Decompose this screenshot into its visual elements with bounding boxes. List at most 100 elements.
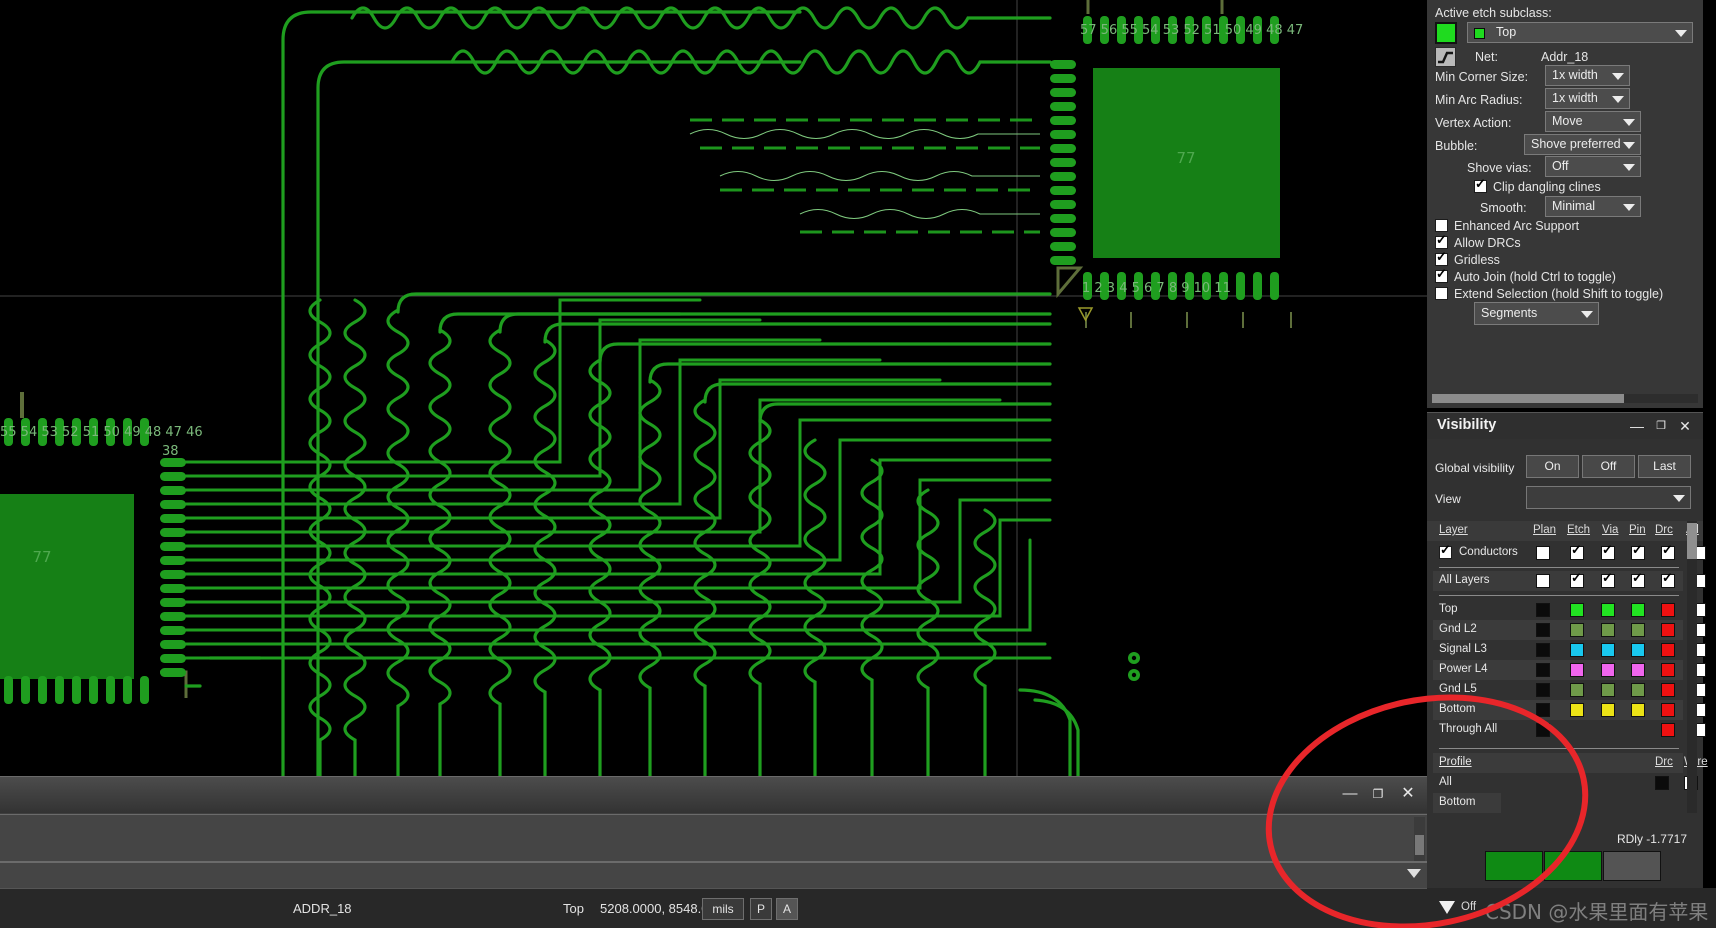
layer-row-signal-l3[interactable]: Signal L3 bbox=[1433, 640, 1683, 660]
console-output-scroll-thumb[interactable] bbox=[1415, 835, 1424, 855]
conductors-pin-cell[interactable] bbox=[1631, 546, 1645, 560]
signal-l3-etch-cell[interactable] bbox=[1570, 643, 1584, 657]
layer-row-through-all[interactable]: Through All bbox=[1433, 720, 1683, 740]
signal-l3-drc-cell[interactable] bbox=[1661, 643, 1675, 657]
bottom-plan-cell[interactable] bbox=[1536, 703, 1550, 717]
visibility-scroll-thumb[interactable] bbox=[1687, 523, 1697, 559]
power-l4-pin-cell[interactable] bbox=[1631, 663, 1645, 677]
extend-selection-checkbox[interactable] bbox=[1435, 287, 1448, 300]
gnd-l5-drc-cell[interactable] bbox=[1661, 683, 1675, 697]
clip-dangling-clines-checkbox[interactable] bbox=[1474, 180, 1487, 193]
through-all-drc-cell[interactable] bbox=[1661, 723, 1675, 737]
gridless-checkbox[interactable] bbox=[1435, 253, 1448, 266]
bottom-swatch-3[interactable] bbox=[1603, 851, 1661, 881]
layer-row-top[interactable]: Top bbox=[1433, 600, 1683, 620]
console-minimize-button[interactable]: — bbox=[1337, 783, 1363, 805]
layer-row-bottom[interactable]: Bottom bbox=[1433, 700, 1683, 720]
through-all-plan-cell[interactable] bbox=[1536, 723, 1550, 737]
global-visibility-on-button[interactable]: On bbox=[1526, 455, 1579, 478]
status-p-toggle[interactable]: P bbox=[750, 898, 772, 920]
profile-col-drc[interactable]: Drc bbox=[1655, 756, 1673, 768]
net-icon[interactable] bbox=[1435, 47, 1456, 67]
col-via[interactable]: Via bbox=[1602, 524, 1618, 536]
chevron-down-icon[interactable] bbox=[1407, 869, 1421, 878]
pcb-canvas[interactable]: 77 57 56 55 54 53 52 51 50 49 48 47 bbox=[0, 0, 1427, 776]
gnd-l2-etch-cell[interactable] bbox=[1570, 623, 1584, 637]
conductors-drc-cell[interactable] bbox=[1661, 546, 1675, 560]
all-layers-pin-cell[interactable] bbox=[1631, 574, 1645, 588]
status-units-toggle[interactable]: mils bbox=[702, 898, 744, 920]
bottom-swatch-2[interactable] bbox=[1544, 851, 1602, 881]
layer-row-all-layers[interactable]: All Layers bbox=[1433, 571, 1683, 591]
visibility-vertical-scrollbar[interactable] bbox=[1687, 521, 1697, 813]
signal-l3-pin-cell[interactable] bbox=[1631, 643, 1645, 657]
power-l4-plan-cell[interactable] bbox=[1536, 663, 1550, 677]
allow-drcs-checkbox[interactable] bbox=[1435, 236, 1448, 249]
profile-row-bottom[interactable]: Bottom bbox=[1433, 793, 1501, 813]
view-dropdown[interactable] bbox=[1526, 486, 1691, 509]
options-scroll-thumb[interactable] bbox=[1432, 394, 1624, 403]
gnd-l2-via-cell[interactable] bbox=[1601, 623, 1615, 637]
top-plan-cell[interactable] bbox=[1536, 603, 1550, 617]
console-restore-button[interactable]: ❐ bbox=[1365, 783, 1391, 805]
visibility-close-button[interactable]: ✕ bbox=[1675, 416, 1695, 436]
bottom-etch-cell[interactable] bbox=[1570, 703, 1584, 717]
all-layers-drc-cell[interactable] bbox=[1661, 574, 1675, 588]
bottom-drc-cell[interactable] bbox=[1661, 703, 1675, 717]
col-drc[interactable]: Drc bbox=[1655, 524, 1673, 536]
conductors-enable-checkbox[interactable] bbox=[1439, 546, 1452, 559]
conductors-via-cell[interactable] bbox=[1601, 546, 1615, 560]
top-via-cell[interactable] bbox=[1601, 603, 1615, 617]
filter-icon[interactable] bbox=[1439, 901, 1455, 914]
col-layer[interactable]: Layer bbox=[1439, 524, 1468, 536]
profile-row-all[interactable]: All bbox=[1433, 773, 1683, 793]
gnd-l5-pin-cell[interactable] bbox=[1631, 683, 1645, 697]
gnd-l2-drc-cell[interactable] bbox=[1661, 623, 1675, 637]
visibility-minimize-button[interactable]: — bbox=[1627, 416, 1647, 436]
shove-vias-dropdown[interactable]: Off bbox=[1545, 156, 1641, 177]
gnd-l2-pin-cell[interactable] bbox=[1631, 623, 1645, 637]
bottom-pin-cell[interactable] bbox=[1631, 703, 1645, 717]
power-l4-via-cell[interactable] bbox=[1601, 663, 1615, 677]
visibility-restore-button[interactable]: ❐ bbox=[1651, 416, 1671, 436]
layer-row-gnd-l2[interactable]: Gnd L2 bbox=[1433, 620, 1683, 640]
bubble-dropdown[interactable]: Shove preferred bbox=[1524, 134, 1641, 155]
profile-header-label[interactable]: Profile bbox=[1439, 756, 1472, 768]
console-command-input[interactable] bbox=[0, 862, 1427, 888]
all-layers-plan-cell[interactable] bbox=[1536, 574, 1550, 588]
layer-row-conductors[interactable]: Conductors bbox=[1433, 543, 1683, 563]
all-layers-etch-cell[interactable] bbox=[1570, 574, 1584, 588]
col-plan[interactable]: Plan bbox=[1533, 524, 1556, 536]
col-etch[interactable]: Etch bbox=[1567, 524, 1590, 536]
auto-join-checkbox[interactable] bbox=[1435, 270, 1448, 283]
active-subclass-color-swatch[interactable] bbox=[1435, 22, 1457, 44]
gnd-l5-etch-cell[interactable] bbox=[1570, 683, 1584, 697]
min-corner-size-dropdown[interactable]: 1x width bbox=[1545, 65, 1630, 86]
bottom-swatch-1[interactable] bbox=[1485, 851, 1543, 881]
smooth-dropdown[interactable]: Minimal bbox=[1545, 196, 1641, 217]
signal-l3-via-cell[interactable] bbox=[1601, 643, 1615, 657]
bottom-via-cell[interactable] bbox=[1601, 703, 1615, 717]
top-pin-cell[interactable] bbox=[1631, 603, 1645, 617]
conductors-etch-cell[interactable] bbox=[1570, 546, 1584, 560]
vertex-action-dropdown[interactable]: Move bbox=[1545, 111, 1641, 132]
enhanced-arc-support-checkbox[interactable] bbox=[1435, 219, 1448, 232]
gnd-l5-plan-cell[interactable] bbox=[1536, 683, 1550, 697]
all-layers-via-cell[interactable] bbox=[1601, 574, 1615, 588]
gnd-l2-plan-cell[interactable] bbox=[1536, 623, 1550, 637]
gnd-l5-via-cell[interactable] bbox=[1601, 683, 1615, 697]
top-etch-cell[interactable] bbox=[1570, 603, 1584, 617]
min-arc-radius-dropdown[interactable]: 1x width bbox=[1545, 88, 1630, 109]
console-close-button[interactable]: ✕ bbox=[1395, 783, 1421, 805]
signal-l3-plan-cell[interactable] bbox=[1536, 643, 1550, 657]
layer-row-power-l4[interactable]: Power L4 bbox=[1433, 660, 1683, 680]
col-pin[interactable]: Pin bbox=[1629, 524, 1646, 536]
layer-row-gnd-l5[interactable]: Gnd L5 bbox=[1433, 680, 1683, 700]
power-l4-etch-cell[interactable] bbox=[1570, 663, 1584, 677]
profile-all-drc-cell[interactable] bbox=[1655, 776, 1669, 790]
power-l4-drc-cell[interactable] bbox=[1661, 663, 1675, 677]
status-a-toggle[interactable]: A bbox=[776, 898, 798, 920]
console-output-area[interactable] bbox=[0, 814, 1427, 862]
global-visibility-off-button[interactable]: Off bbox=[1582, 455, 1635, 478]
top-drc-cell[interactable] bbox=[1661, 603, 1675, 617]
